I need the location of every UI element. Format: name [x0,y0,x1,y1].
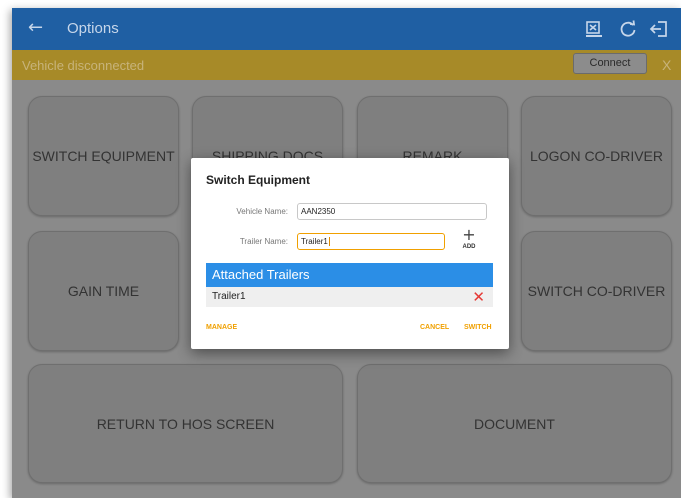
return-to-hos-button[interactable]: RETURN TO HOS SCREEN [28,364,343,483]
alert-message: Vehicle disconnected [22,58,145,73]
trailer-name-input[interactable]: Trailer1 [297,233,445,250]
logout-icon[interactable] [649,19,669,39]
vehicle-name-value: AAN2350 [301,207,336,216]
vehicle-name-label: Vehicle Name: [236,207,288,216]
plus-icon: + [462,225,476,244]
export-icon[interactable] [584,19,604,39]
document-button[interactable]: DOCUMENT [357,364,672,483]
switch-equipment-dialog: Switch Equipment Vehicle Name: AAN2350 T… [191,158,509,349]
dialog-title: Switch Equipment [206,173,311,187]
back-arrow-icon[interactable]: ← [28,17,43,38]
add-trailer-button[interactable]: + ADD [459,225,479,251]
switch-equipment-button[interactable]: SWITCH EQUIPMENT [28,96,179,216]
close-alert-button[interactable]: X [662,57,671,73]
manage-button[interactable]: MANAGE [206,324,237,331]
connection-alert-bar: Vehicle disconnected Connect X [12,50,681,80]
logon-co-driver-button[interactable]: LOGON CO-DRIVER [521,96,672,216]
list-item: Trailer1 ✕ [206,287,493,307]
trailer-name-label: Trailer Name: [239,237,288,246]
app-bar: ← Options [12,8,681,50]
switch-co-driver-button[interactable]: SWITCH CO-DRIVER [521,231,672,351]
attached-trailers-header: Attached Trailers [206,263,493,287]
remove-icon[interactable]: ✕ [472,287,485,307]
page-title: Options [67,20,119,37]
trailer-name-value: Trailer1 [301,237,328,246]
connect-button[interactable]: Connect [573,53,647,74]
text-cursor [328,237,330,247]
add-label: ADD [462,244,476,250]
cancel-button[interactable]: CANCEL [420,324,449,331]
gain-time-button[interactable]: GAIN TIME [28,231,179,351]
refresh-icon[interactable] [618,19,638,39]
vehicle-name-field[interactable]: AAN2350 [297,203,487,220]
trailer-item-label: Trailer1 [212,291,246,302]
switch-button[interactable]: SWITCH [464,324,492,331]
